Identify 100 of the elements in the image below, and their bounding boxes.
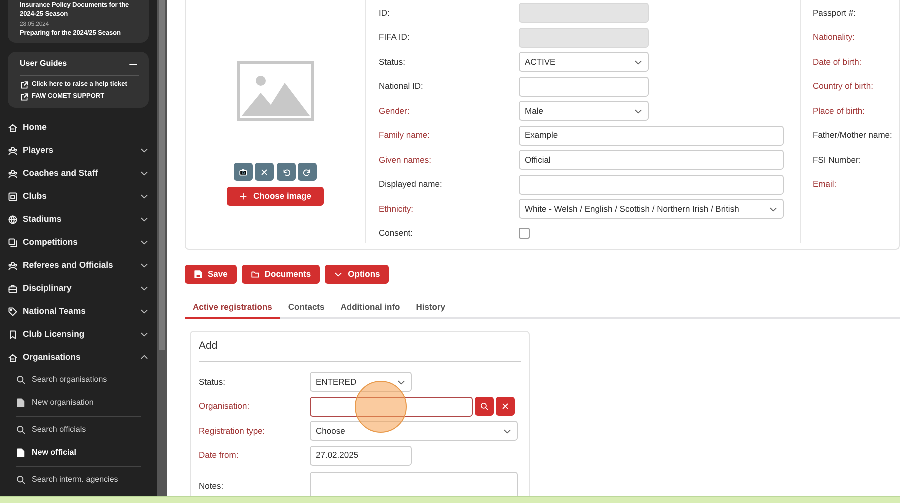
nav-subitem[interactable]: Search organisations: [8, 369, 149, 392]
field-label: Family name:: [379, 129, 432, 142]
rotate-left-icon: [282, 168, 291, 176]
tab[interactable]: Additional info: [332, 298, 408, 319]
clear-button[interactable]: [496, 396, 516, 416]
nav-item[interactable]: Coaches and Staff: [8, 162, 149, 185]
input-field[interactable]: 27.02.2025: [310, 446, 412, 466]
select-field[interactable]: White - Welsh / English / Scottish / Northern Irish / British: [519, 199, 784, 220]
chevron-down-icon: [140, 284, 149, 293]
camera-icon: [239, 168, 248, 176]
search-icon: [16, 475, 26, 486]
tag-icon: [8, 306, 18, 316]
tab[interactable]: Contacts: [280, 298, 333, 319]
search-button[interactable]: [475, 396, 494, 416]
field-label: Given names:: [379, 154, 432, 167]
field-label: National ID:: [379, 80, 424, 94]
field-label: Registration type:: [199, 424, 266, 438]
action-button[interactable]: Documents: [242, 265, 320, 284]
bookmark-icon: [8, 330, 18, 340]
nav-item[interactable]: Home: [8, 116, 149, 139]
chevron-down-icon: [140, 261, 149, 270]
field-label: Consent:: [379, 227, 414, 240]
save-icon: [194, 270, 203, 279]
folder-icon: [250, 270, 260, 279]
square-icon: [8, 192, 18, 202]
field-label: Organisation:: [199, 400, 251, 413]
field-label: Date from:: [199, 449, 240, 462]
nav-item[interactable]: Clubs: [8, 185, 149, 208]
nav-subitem[interactable]: Search officials: [8, 419, 149, 442]
chevron-down-icon: [140, 307, 149, 316]
consent-checkbox[interactable]: [519, 228, 530, 240]
nav-subitem[interactable]: New official: [8, 442, 149, 464]
plus-icon: [239, 192, 248, 201]
chevron-down-icon: [140, 215, 149, 224]
nav-subitem[interactable]: Search interm. agencies: [8, 469, 149, 492]
chevron-down-icon: [140, 169, 149, 178]
field-label: ID:: [379, 6, 391, 20]
copy-icon: [8, 238, 18, 248]
select-field[interactable]: Male: [519, 101, 649, 122]
notes-field[interactable]: [310, 472, 518, 496]
chevron-up-icon: [140, 353, 149, 362]
people-icon: [8, 260, 18, 270]
field-label: Place of birth:: [813, 104, 865, 118]
field-label: Passport #:: [813, 6, 856, 20]
tab[interactable]: Active registrations: [185, 298, 280, 319]
document-icon: [16, 448, 26, 458]
house-icon: [8, 122, 18, 132]
chevron-down-icon: [140, 192, 149, 201]
action-button[interactable]: Save: [185, 265, 237, 284]
remove-image-button[interactable]: [255, 163, 274, 181]
rotate-left-button[interactable]: [276, 163, 296, 181]
input-field[interactable]: Example: [519, 126, 784, 146]
field-label: Nationality:: [813, 31, 856, 44]
field-label: Status:: [379, 56, 406, 69]
tab[interactable]: History: [408, 298, 454, 319]
nav-item[interactable]: Competitions: [8, 231, 149, 254]
action-button[interactable]: Options: [325, 265, 390, 284]
chevron-down-icon: [140, 146, 149, 155]
rotate-right-button[interactable]: [298, 163, 317, 181]
nav-item[interactable]: Players: [8, 139, 149, 162]
chevron-down-icon: [140, 238, 149, 247]
field-label: FIFA ID:: [379, 31, 411, 44]
field-label: Status:: [199, 376, 226, 388]
select-field[interactable]: ACTIVE: [519, 52, 649, 72]
search-icon: [16, 375, 26, 386]
close-icon: [501, 402, 510, 410]
field-label: Country of birth:: [813, 80, 874, 94]
choose-image-button[interactable]: Choose image: [227, 187, 324, 206]
briefcase-icon: [8, 284, 18, 294]
people-icon: [8, 146, 18, 156]
nav-subitem[interactable]: New organisation: [8, 392, 149, 414]
search-icon: [480, 402, 490, 410]
field-label: Email:: [813, 178, 837, 192]
external-link-icon: [20, 92, 29, 102]
nav-item[interactable]: Referees and Officials: [8, 254, 149, 277]
rotate-right-icon: [302, 168, 312, 176]
input-field[interactable]: Official: [519, 150, 784, 170]
globe-icon: [8, 214, 18, 224]
search-icon: [16, 425, 26, 436]
select-field[interactable]: ENTERED: [310, 372, 412, 392]
input-field[interactable]: [310, 396, 473, 416]
nav-item[interactable]: National Teams: [8, 300, 149, 323]
field-label: Date of birth:: [813, 56, 862, 69]
nav-item[interactable]: Stadiums: [8, 208, 149, 231]
select-field[interactable]: Choose: [310, 421, 518, 441]
nav-item[interactable]: Club Licensing: [8, 323, 149, 346]
chevron-down-icon: [334, 270, 344, 279]
nav-item[interactable]: Organisations: [8, 346, 149, 369]
people-icon: [8, 168, 18, 178]
external-link-icon: [20, 80, 29, 90]
nav-item[interactable]: Disciplinary: [8, 277, 149, 300]
section-title: User Guides: [20, 58, 68, 70]
chevron-down-icon: [140, 330, 149, 339]
camera-button[interactable]: [234, 163, 254, 181]
field-label: Displayed name:: [379, 178, 444, 192]
scrollbar[interactable]: [157, 0, 167, 496]
house-icon: [8, 352, 18, 362]
document-icon: [16, 398, 26, 408]
field-label: Ethnicity:: [379, 202, 414, 216]
card-title: Add: [199, 339, 521, 362]
